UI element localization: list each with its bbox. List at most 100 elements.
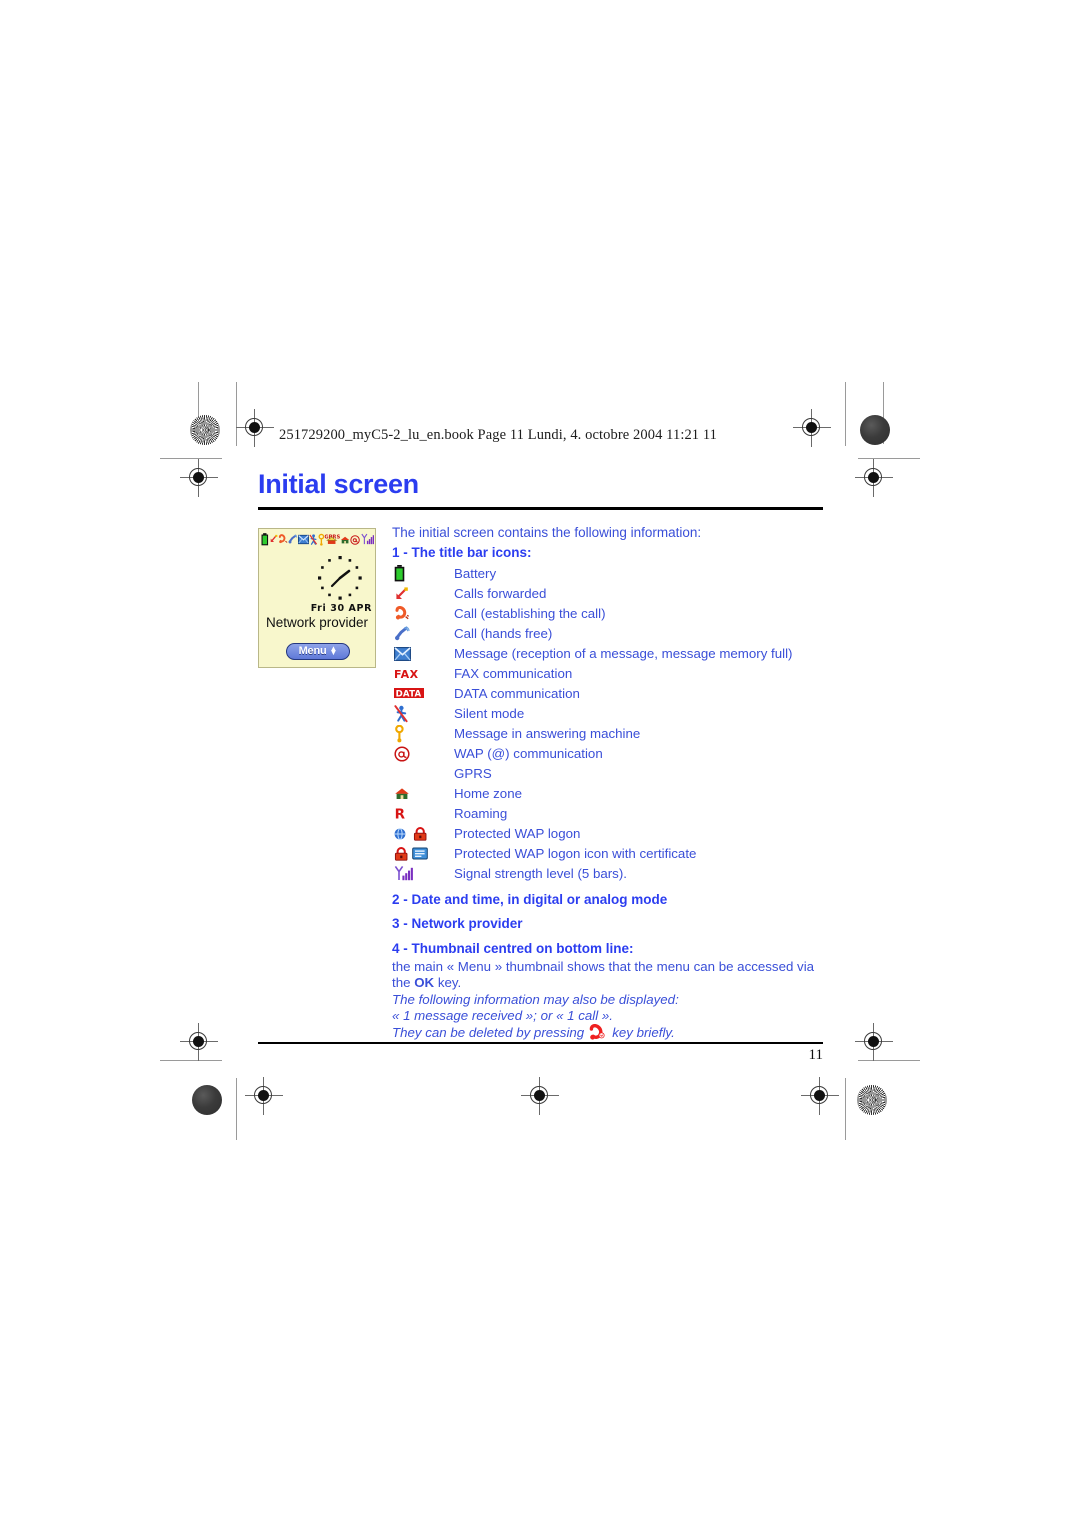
section-2-heading: 2 - Date and time, in digital or analog … bbox=[392, 891, 668, 907]
crop-line-right-inner bbox=[845, 1078, 846, 1140]
battery-icon bbox=[261, 533, 269, 546]
note-line-3-suffix: key briefly. bbox=[612, 1025, 675, 1041]
gprs-icon: GPRS bbox=[325, 535, 340, 545]
crop-line-left-outer bbox=[236, 382, 237, 446]
registration-mark-bottom-center bbox=[521, 1077, 559, 1115]
svg-text:DATA: DATA bbox=[396, 689, 422, 699]
icon-row-calls-forwarded: Calls forwarded bbox=[392, 584, 823, 604]
section-4-text-b: key. bbox=[434, 975, 462, 991]
footer-rule bbox=[258, 1042, 823, 1045]
registration-mark-left-upper bbox=[180, 459, 218, 497]
crop-line-bottom-left bbox=[160, 1060, 222, 1061]
home-zone-icon bbox=[341, 536, 350, 544]
icon-row-message: Message (reception of a message, message… bbox=[392, 644, 823, 664]
page-title: Initial screen bbox=[258, 469, 419, 499]
registration-mark-right-lower bbox=[855, 1023, 893, 1061]
density-patch-top-right bbox=[860, 415, 890, 445]
calls-forwarded-icon bbox=[392, 586, 454, 602]
message-icon bbox=[392, 646, 454, 661]
icon-label: Signal strength level (5 bars). bbox=[454, 865, 627, 881]
note-line-1: The following information may also be di… bbox=[392, 991, 679, 1007]
silent-mode-icon bbox=[309, 534, 318, 545]
crop-line-right-outer bbox=[845, 382, 846, 446]
icon-row-wap: WAP (@) communication bbox=[392, 744, 823, 764]
section-4-body: the main « Menu » thumbnail shows that t… bbox=[392, 959, 823, 991]
title-rule bbox=[258, 507, 823, 510]
calls-forwarded-icon bbox=[270, 535, 277, 543]
icon-label: GPRS bbox=[454, 765, 492, 781]
registration-mark-right-upper bbox=[855, 459, 893, 497]
icon-label: Calls forwarded bbox=[454, 585, 547, 601]
icon-row-answering-machine: Message in answering machine bbox=[392, 724, 823, 744]
call-establishing-icon bbox=[392, 605, 454, 622]
icon-row-signal-strength: Signal strength level (5 bars). bbox=[392, 864, 823, 884]
phone-date: Fri 30 APR bbox=[310, 602, 372, 614]
star-target-bottom-right bbox=[857, 1085, 887, 1115]
call-handsfree-icon bbox=[392, 625, 454, 642]
page-content: Initial screen Fri 30 APR Network provid… bbox=[258, 470, 823, 1045]
explanation-column: The initial screen contains the followin… bbox=[388, 524, 823, 1046]
icon-label: Call (establishing the call) bbox=[454, 605, 606, 621]
roaming-icon: R bbox=[392, 806, 454, 821]
icon-row-protected-wap-logon: Protected WAP logon bbox=[392, 824, 823, 844]
book-header-line: 251729200_myC5-2_lu_en.book Page 11 Lund… bbox=[279, 427, 718, 443]
fax-icon: FAX bbox=[392, 667, 454, 681]
icon-label: Protected WAP logon icon with certificat… bbox=[454, 845, 697, 861]
phone-status-bar: GPRS bbox=[259, 529, 375, 549]
phone-screen-mock: GPRS bbox=[258, 527, 376, 668]
signal-strength-icon bbox=[392, 865, 454, 882]
crop-line-bottom-right bbox=[858, 1060, 920, 1061]
icon-row-protected-wap-cert: Protected WAP logon icon with certificat… bbox=[392, 844, 823, 864]
page-number: 11 bbox=[808, 1047, 823, 1063]
crop-line-top-left bbox=[160, 458, 222, 459]
icon-row-silent-mode: Silent mode bbox=[392, 704, 823, 724]
svg-text:FAX: FAX bbox=[394, 668, 419, 681]
call-establishing-icon bbox=[278, 534, 288, 544]
ok-key-label: OK bbox=[414, 975, 435, 991]
icon-label: Message in answering machine bbox=[454, 725, 641, 741]
icon-row-roaming: R Roaming bbox=[392, 804, 823, 824]
icon-label: Home zone bbox=[454, 785, 522, 801]
icon-label: Protected WAP logon bbox=[454, 825, 581, 841]
icon-label: Call (hands free) bbox=[454, 625, 553, 641]
icon-row-call-establishing: Call (establishing the call) bbox=[392, 604, 823, 624]
svg-text:R: R bbox=[395, 806, 406, 821]
icon-row-call-handsfree: Call (hands free) bbox=[392, 624, 823, 644]
icon-row-battery: Battery bbox=[392, 564, 823, 584]
crop-line-top-right bbox=[858, 458, 920, 459]
call-handsfree-icon bbox=[288, 534, 298, 544]
icon-row-home-zone: Home zone bbox=[392, 784, 823, 804]
icon-label: Message (reception of a message, message… bbox=[454, 645, 793, 661]
section-1-heading: 1 - The title bar icons: bbox=[392, 545, 532, 560]
phone-preview-column: GPRS bbox=[258, 524, 388, 668]
icon-label: FAX communication bbox=[454, 665, 573, 681]
crop-line-left-inner bbox=[236, 1078, 237, 1140]
menu-updown-arrows-icon: ▲ ▼ bbox=[329, 643, 338, 658]
icon-row-gprs: GPRS bbox=[392, 764, 823, 784]
registration-mark-left-lower bbox=[180, 1023, 218, 1061]
wap-at-icon bbox=[392, 745, 454, 762]
battery-icon bbox=[392, 565, 454, 582]
wap-at-icon bbox=[350, 535, 361, 545]
message-icon bbox=[298, 535, 310, 545]
phone-menu-thumbnail[interactable]: Menu ▲ ▼ bbox=[286, 642, 350, 660]
registration-mark-bottom-right bbox=[801, 1077, 839, 1115]
registration-mark-top-left bbox=[236, 409, 274, 447]
note-line-3-prefix: They can be deleted by pressing bbox=[392, 1025, 585, 1041]
density-patch-bottom-left bbox=[192, 1085, 222, 1115]
analog-clock bbox=[317, 555, 363, 601]
note-line-2: « 1 message received »; or « 1 call ». bbox=[392, 1007, 613, 1023]
phone-menu-label: Menu bbox=[298, 645, 327, 658]
print-page-canvas: 251729200_myC5-2_lu_en.book Page 11 Lund… bbox=[0, 0, 1080, 1528]
icon-label: Silent mode bbox=[454, 705, 525, 721]
phone-network-provider: Network provider bbox=[265, 614, 369, 630]
icon-label: Battery bbox=[454, 565, 497, 581]
answering-machine-icon bbox=[318, 533, 324, 546]
signal-strength-icon bbox=[360, 533, 374, 545]
protected-wap-cert-icon bbox=[392, 846, 454, 861]
section-3-heading: 3 - Network provider bbox=[392, 916, 523, 932]
icon-label: DATA communication bbox=[454, 685, 580, 701]
answering-machine-icon bbox=[392, 724, 454, 743]
registration-mark-bottom-left bbox=[245, 1077, 283, 1115]
icon-row-fax: FAX FAX communication bbox=[392, 664, 823, 684]
